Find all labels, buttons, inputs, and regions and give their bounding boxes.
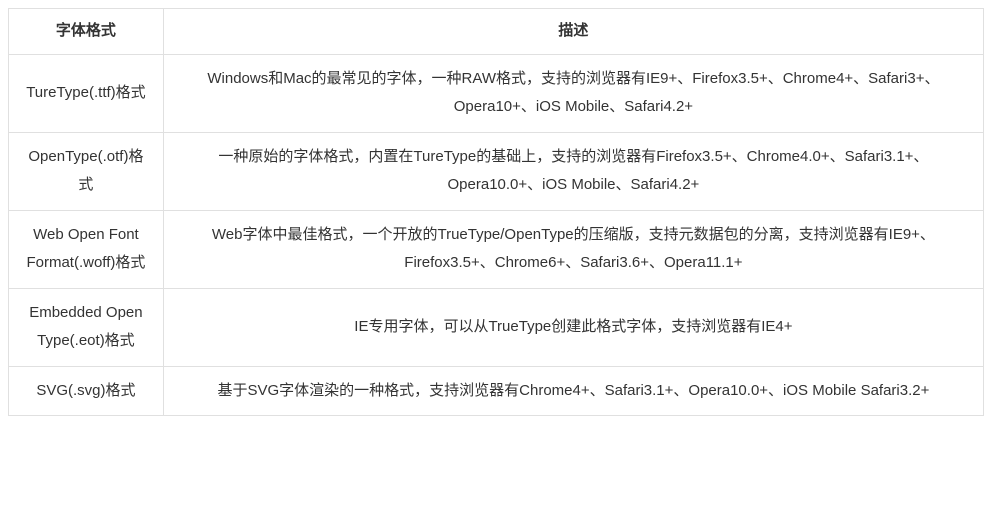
table-row: TureType(.ttf)格式 Windows和Mac的最常见的字体，一种RA… <box>9 54 984 132</box>
header-format: 字体格式 <box>9 9 164 55</box>
cell-format: SVG(.svg)格式 <box>9 366 164 416</box>
table-row: Embedded Open Type(.eot)格式 IE专用字体，可以从Tru… <box>9 288 984 366</box>
table-row: SVG(.svg)格式 基于SVG字体渲染的一种格式，支持浏览器有Chrome4… <box>9 366 984 416</box>
table-row: OpenType(.otf)格式 一种原始的字体格式，内置在TureType的基… <box>9 132 984 210</box>
font-formats-table: 字体格式 描述 TureType(.ttf)格式 Windows和Mac的最常见… <box>8 8 984 416</box>
cell-format: Embedded Open Type(.eot)格式 <box>9 288 164 366</box>
cell-format: TureType(.ttf)格式 <box>9 54 164 132</box>
cell-format: Web Open Font Format(.woff)格式 <box>9 210 164 288</box>
cell-description: 一种原始的字体格式，内置在TureType的基础上，支持的浏览器有Firefox… <box>163 132 983 210</box>
table-row: Web Open Font Format(.woff)格式 Web字体中最佳格式… <box>9 210 984 288</box>
header-description: 描述 <box>163 9 983 55</box>
cell-description: 基于SVG字体渲染的一种格式，支持浏览器有Chrome4+、Safari3.1+… <box>163 366 983 416</box>
cell-description: Web字体中最佳格式，一个开放的TrueType/OpenType的压缩版，支持… <box>163 210 983 288</box>
cell-description: Windows和Mac的最常见的字体，一种RAW格式，支持的浏览器有IE9+、F… <box>163 54 983 132</box>
table-header-row: 字体格式 描述 <box>9 9 984 55</box>
cell-description: IE专用字体，可以从TrueType创建此格式字体，支持浏览器有IE4+ <box>163 288 983 366</box>
cell-format: OpenType(.otf)格式 <box>9 132 164 210</box>
